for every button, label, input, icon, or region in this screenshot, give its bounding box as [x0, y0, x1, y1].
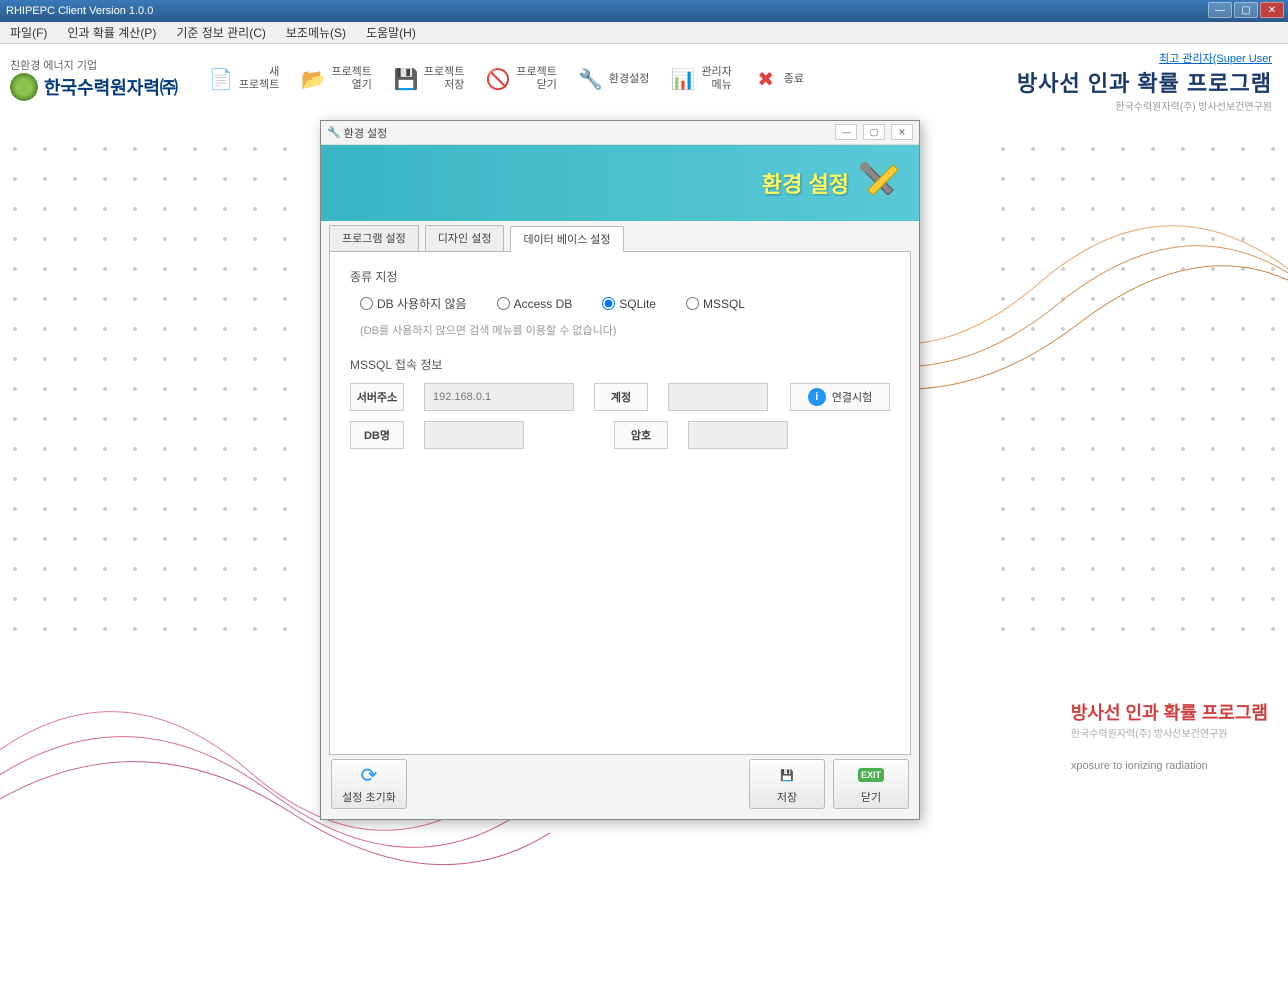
menu-calc[interactable]: 인과 확률 계산(P) — [57, 24, 166, 41]
window-minimize-button[interactable]: — — [1208, 2, 1232, 18]
logo-icon — [10, 73, 38, 101]
server-input[interactable] — [424, 383, 574, 411]
dialog-close-button[interactable]: ✕ — [891, 124, 913, 140]
save-settings-button[interactable]: 💾 저장 — [749, 759, 825, 809]
env-settings-button[interactable]: 🔧환경설정 — [568, 60, 658, 98]
window-maximize-button[interactable]: ▢ — [1234, 2, 1258, 18]
dialog-title: 환경 설정 — [344, 125, 388, 141]
tab-design[interactable]: 디자인 설정 — [425, 225, 505, 251]
company-logo: 친환경 에너지 기업 한국수력원자력㈜ — [10, 57, 178, 101]
info-icon: i — [808, 388, 826, 406]
close-project-icon: 🚫 — [484, 65, 512, 93]
save-project-icon: 💾 — [392, 65, 420, 93]
window-titlebar: RHIPEPC Client Version 1.0.0 — ▢ ✕ — [0, 0, 1288, 22]
radio-db-mssql[interactable]: MSSQL — [686, 295, 745, 312]
program-title: 방사선 인과 확률 프로그램 — [1017, 66, 1272, 98]
settings-icon: 🔧 — [577, 65, 605, 93]
db-type-label: 종류 지정 — [350, 268, 890, 285]
menu-help[interactable]: 도움말(H) — [356, 24, 426, 41]
open-project-button[interactable]: 📂프로젝트 열기 — [290, 60, 380, 98]
radio-db-access[interactable]: Access DB — [497, 295, 573, 312]
menu-base[interactable]: 기준 정보 관리(C) — [166, 24, 276, 41]
save-project-button[interactable]: 💾프로젝트 저장 — [383, 60, 473, 98]
db-hint: (DB를 사용하지 않으면 검색 메뉴를 이용할 수 없습니다) — [360, 322, 890, 338]
exit-badge-icon: EXIT — [859, 763, 883, 787]
company-name: 한국수력원자력㈜ — [44, 74, 178, 100]
dialog-titlebar: 🔧 환경 설정 — ▢ ✕ — [321, 121, 919, 145]
new-project-button[interactable]: 📄새 프로젝트 — [198, 60, 288, 98]
tools-icon — [853, 155, 909, 211]
save-icon: 💾 — [775, 763, 799, 787]
main-toolbar: 📄새 프로젝트 📂프로젝트 열기 💾프로젝트 저장 🚫프로젝트 닫기 🔧환경설정… — [198, 60, 813, 98]
open-project-icon: 📂 — [299, 65, 327, 93]
new-project-icon: 📄 — [207, 65, 235, 93]
dialog-banner: 환경 설정 — [321, 145, 919, 221]
menu-bar: 파일(F) 인과 확률 계산(P) 기준 정보 관리(C) 보조메뉴(S) 도움… — [0, 22, 1288, 44]
tab-content: 종류 지정 DB 사용하지 않음 Access DB SQLite MSSQL … — [329, 251, 911, 755]
dialog-minimize-button[interactable]: — — [835, 124, 857, 140]
exit-icon: ✖ — [752, 65, 780, 93]
menu-aux[interactable]: 보조메뉴(S) — [276, 24, 356, 41]
admin-icon: 📊 — [669, 65, 697, 93]
radio-db-none[interactable]: DB 사용하지 않음 — [360, 295, 467, 312]
close-project-button[interactable]: 🚫프로젝트 닫기 — [475, 60, 565, 98]
close-settings-button[interactable]: EXIT 닫기 — [833, 759, 909, 809]
dialog-footer: ⟳ 설정 초기화 💾 저장 EXIT 닫기 — [331, 759, 909, 809]
settings-dialog: 🔧 환경 설정 — ▢ ✕ 환경 설정 프로그램 설정 디자인 설정 데이터 베… — [320, 120, 920, 820]
tab-database[interactable]: 데이터 베이스 설정 — [510, 226, 623, 252]
password-input[interactable] — [688, 421, 788, 449]
reset-settings-button[interactable]: ⟳ 설정 초기화 — [331, 759, 407, 809]
server-label: 서버주소 — [350, 383, 404, 411]
brand-english: xposure to ionizing radiation — [1071, 760, 1268, 772]
mssql-section-label: MSSQL 접속 정보 — [350, 356, 890, 373]
test-connection-button[interactable]: i 연결시험 — [790, 383, 890, 411]
tab-program[interactable]: 프로그램 설정 — [329, 225, 419, 251]
menu-file[interactable]: 파일(F) — [0, 24, 57, 41]
window-title: RHIPEPC Client Version 1.0.0 — [6, 5, 153, 17]
account-label: 계정 — [594, 383, 648, 411]
super-user-link[interactable]: 최고 관리자(Super User — [1017, 50, 1272, 66]
admin-menu-button[interactable]: 📊관리자 메뉴 — [660, 60, 740, 98]
settings-tabs: 프로그램 설정 디자인 설정 데이터 베이스 설정 — [321, 221, 919, 251]
company-tagline: 친환경 에너지 기업 — [10, 57, 178, 73]
dialog-banner-title: 환경 설정 — [762, 167, 849, 199]
dialog-maximize-button[interactable]: ▢ — [863, 124, 885, 140]
account-input[interactable] — [668, 383, 768, 411]
app-header: 친환경 에너지 기업 한국수력원자력㈜ 📄새 프로젝트 📂프로젝트 열기 💾프로… — [0, 44, 1288, 114]
brand-title: 방사선 인과 확률 프로그램 — [1071, 699, 1268, 725]
password-label: 암호 — [614, 421, 668, 449]
exit-button[interactable]: ✖종료 — [743, 60, 813, 98]
window-close-button[interactable]: ✕ — [1260, 2, 1284, 18]
brand-subtitle: 한국수력원자력(주) 방사선보건연구원 — [1071, 725, 1268, 740]
program-subtitle: 한국수력원자력(주) 방사선보건연구원 — [1017, 98, 1272, 113]
brand-footer: 방사선 인과 확률 프로그램 한국수력원자력(주) 방사선보건연구원 xposu… — [1071, 699, 1268, 772]
dbname-input[interactable] — [424, 421, 524, 449]
dbname-label: DB명 — [350, 421, 404, 449]
wrench-small-icon: 🔧 — [327, 126, 341, 139]
radio-db-sqlite[interactable]: SQLite — [602, 295, 656, 312]
refresh-icon: ⟳ — [357, 763, 381, 787]
